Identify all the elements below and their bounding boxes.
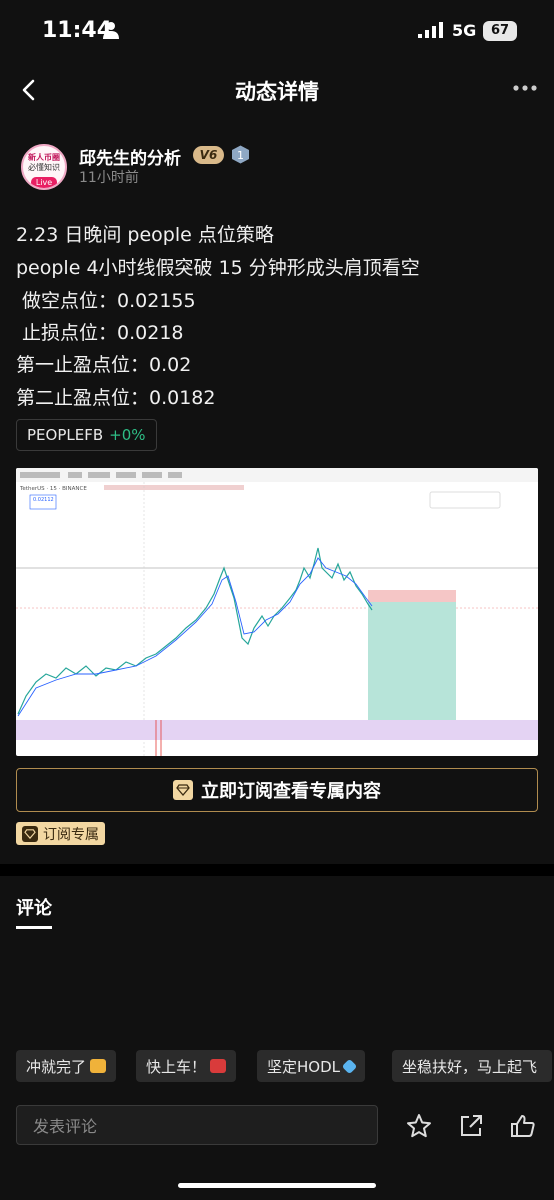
candlestick-chart-image: TetherUS · 15 · BINANCE 0.02112 bbox=[16, 468, 538, 756]
post-line: people 4小时线假突破 15 分钟形成头肩顶看空 bbox=[16, 257, 420, 279]
quick-reply-chip[interactable]: 坚定HODL bbox=[257, 1050, 365, 1082]
red-car-icon bbox=[210, 1059, 227, 1073]
coin-change: +0% bbox=[109, 426, 146, 444]
coin-symbol: PEOPLEFB bbox=[27, 426, 104, 444]
gem-icon bbox=[341, 1058, 358, 1074]
level-number: 1 bbox=[237, 149, 244, 162]
chart-price-label: 0.02112 bbox=[33, 497, 54, 503]
post-line: 做空点位：0.02155 bbox=[16, 290, 196, 312]
more-options-icon[interactable] bbox=[512, 82, 538, 94]
network-type: 5G bbox=[452, 21, 477, 40]
level-badge-icon: 1 bbox=[232, 145, 249, 164]
home-indicator bbox=[178, 1183, 376, 1188]
post-chart-image[interactable]: TetherUS · 15 · BINANCE 0.02112 bbox=[16, 468, 538, 756]
author-name[interactable]: 邱先生的分析 bbox=[79, 144, 181, 169]
comments-tab-underline bbox=[16, 926, 52, 929]
avatar-text-line2: 必懂知识 bbox=[28, 163, 60, 172]
post-line: 第二止盈点位：0.0182 bbox=[16, 387, 216, 409]
flexed-biceps-icon bbox=[90, 1059, 107, 1073]
subscriber-only-label: 订阅专属 bbox=[43, 826, 99, 843]
subscriber-only-badge: 订阅专属 bbox=[16, 822, 105, 845]
star-icon[interactable] bbox=[405, 1112, 433, 1140]
avatar-text-line1: 新人币圈 bbox=[28, 153, 60, 162]
page-title: 动态详情 bbox=[235, 80, 319, 104]
post-line: 止损点位：0.0218 bbox=[16, 322, 184, 344]
quick-reply-chip[interactable]: 快上车！ bbox=[136, 1050, 237, 1082]
diamond-icon bbox=[173, 780, 193, 800]
quick-reply-label: 坐稳扶好，马上起飞 bbox=[402, 1057, 538, 1076]
subscribe-button-label: 立即订阅查看专属内容 bbox=[201, 781, 381, 802]
post-time: 11小时前 bbox=[79, 170, 139, 186]
live-badge: Live bbox=[31, 177, 57, 188]
battery-indicator: 67 bbox=[483, 21, 517, 41]
quick-reply-label: 坚定HODL bbox=[267, 1057, 340, 1076]
chart-pair-label: TetherUS · 15 · BINANCE bbox=[19, 486, 87, 492]
vip-badge: V6 bbox=[193, 146, 224, 164]
comments-tab[interactable]: 评论 bbox=[16, 894, 52, 920]
author-avatar[interactable]: 新人币圈 必懂知识 Live bbox=[21, 144, 67, 190]
quick-reply-label: 快上车！ bbox=[146, 1057, 207, 1076]
post-line: 2.23 日晚间 people 点位策略 bbox=[16, 224, 274, 246]
comment-input-placeholder: 发表评论 bbox=[33, 1117, 98, 1136]
person-icon bbox=[103, 22, 119, 39]
like-icon[interactable] bbox=[509, 1112, 537, 1140]
share-icon[interactable] bbox=[457, 1112, 485, 1140]
coin-tag[interactable]: PEOPLEFB +0% bbox=[16, 419, 157, 451]
subscribe-button[interactable]: 立即订阅查看专属内容 bbox=[16, 768, 538, 812]
section-divider bbox=[0, 864, 554, 876]
post-line: 第一止盈点位：0.02 bbox=[16, 354, 192, 376]
diamond-icon bbox=[22, 825, 38, 842]
quick-reply-chip[interactable]: 坐稳扶好，马上起飞 bbox=[392, 1050, 552, 1082]
quick-reply-chip[interactable]: 冲就完了 bbox=[16, 1050, 117, 1082]
signal-dots-icon bbox=[418, 22, 443, 38]
comment-input[interactable]: 发表评论 bbox=[16, 1105, 378, 1145]
quick-reply-label: 冲就完了 bbox=[26, 1057, 87, 1076]
